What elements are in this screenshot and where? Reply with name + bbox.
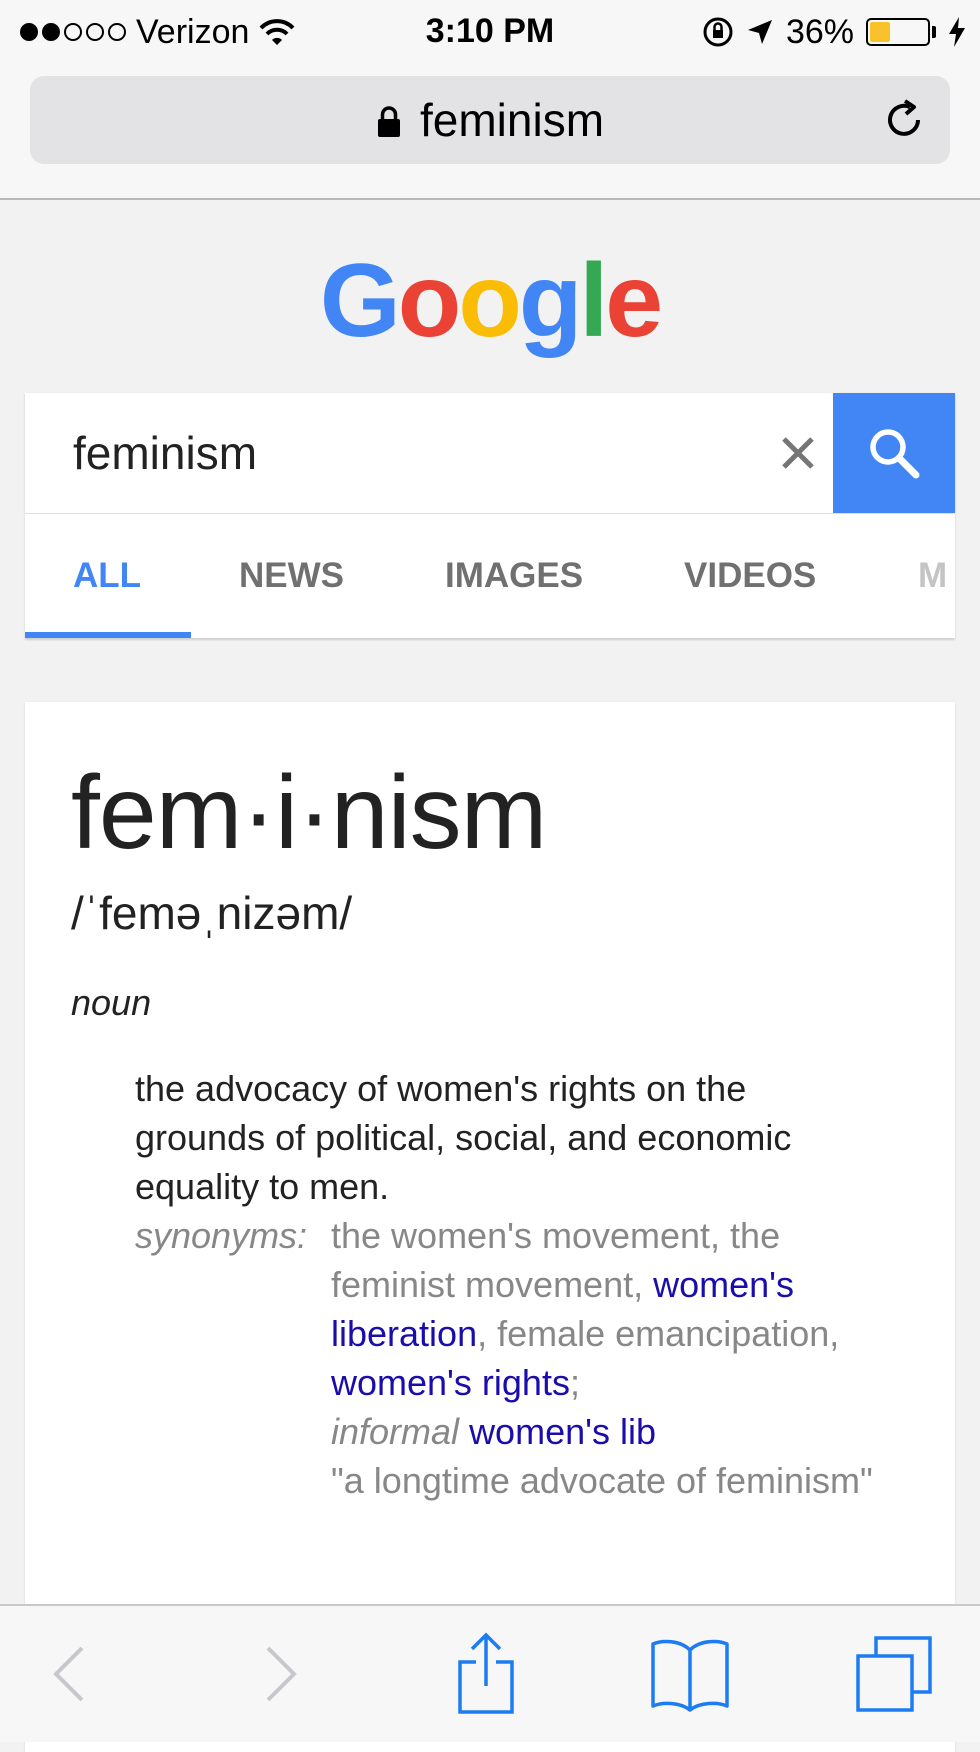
share-icon — [458, 1632, 514, 1714]
url-display[interactable]: feminism — [30, 76, 950, 164]
tabs-button[interactable] — [854, 1632, 934, 1716]
search-box — [25, 393, 955, 513]
tab-more[interactable]: M — [918, 514, 947, 638]
google-logo: Google — [0, 242, 980, 361]
bookmarks-icon — [651, 1639, 729, 1712]
forward-icon — [266, 1646, 297, 1702]
headword: fem·i·nism — [71, 755, 547, 871]
reload-icon[interactable] — [880, 96, 928, 144]
tabs-icon — [856, 1636, 932, 1712]
back-button[interactable] — [28, 1632, 108, 1716]
status-bar: Verizon 3:10 PM 36% — [0, 0, 980, 64]
tab-videos[interactable]: VIDEOS — [684, 514, 816, 638]
search-icon — [870, 429, 920, 479]
search-tabs: ALL NEWS IMAGES VIDEOS M — [25, 513, 955, 638]
browser-toolbar — [0, 1604, 980, 1742]
search-button[interactable] — [833, 393, 955, 513]
example-sentence: "a longtime advocate of feminism" — [331, 1460, 873, 1501]
synonym-text: , female emancipation, — [477, 1313, 840, 1354]
logo-letter: g — [518, 243, 583, 359]
tab-all[interactable]: ALL — [73, 514, 141, 638]
address-bar[interactable]: feminism — [30, 76, 950, 164]
synonym-link-womens-rights[interactable]: women's rights — [331, 1362, 570, 1403]
synonyms-list: the women's movement, the feminist movem… — [331, 1211, 911, 1505]
informal-label: informal — [331, 1411, 460, 1452]
active-tab-indicator — [25, 632, 191, 638]
charging-bolt-icon — [949, 17, 965, 47]
definition-text: the advocacy of women's rights on the gr… — [135, 1068, 792, 1207]
tab-images[interactable]: IMAGES — [445, 514, 583, 638]
bookmarks-button[interactable] — [650, 1632, 730, 1716]
tab-news[interactable]: NEWS — [239, 514, 344, 638]
battery-percent: 36% — [785, 12, 854, 51]
battery-cap — [932, 26, 936, 38]
search-input[interactable] — [73, 393, 723, 513]
part-of-speech: noun — [71, 982, 152, 1023]
lock-icon — [377, 106, 400, 137]
clear-search-button[interactable] — [760, 415, 836, 491]
synonyms-label: synonyms: — [135, 1215, 308, 1256]
logo-letter: o — [397, 243, 462, 359]
share-button[interactable] — [446, 1632, 526, 1716]
battery-level — [870, 22, 891, 42]
logo-letter: e — [605, 243, 663, 359]
browser-address-area: feminism — [0, 64, 980, 200]
synonym-separator: ; — [569, 1362, 580, 1403]
synonym-link-womens-lib[interactable]: women's lib — [469, 1411, 656, 1452]
orientation-lock-icon — [703, 17, 733, 47]
close-icon — [782, 437, 814, 469]
location-icon — [747, 20, 772, 44]
back-icon — [53, 1646, 84, 1702]
logo-letter: l — [579, 243, 608, 359]
logo-letter: o — [458, 243, 522, 359]
status-right: 36% — [702, 12, 966, 52]
logo-letter: G — [319, 243, 401, 359]
dictionary-card: fem·i·nism /ˈfeməˌnizəm/ noun the advoca… — [25, 702, 955, 1752]
forward-button[interactable] — [242, 1632, 322, 1716]
url-text: feminism — [419, 94, 605, 146]
pronunciation: /ˈfeməˌnizəm/ — [71, 887, 353, 939]
battery-icon — [866, 18, 930, 46]
